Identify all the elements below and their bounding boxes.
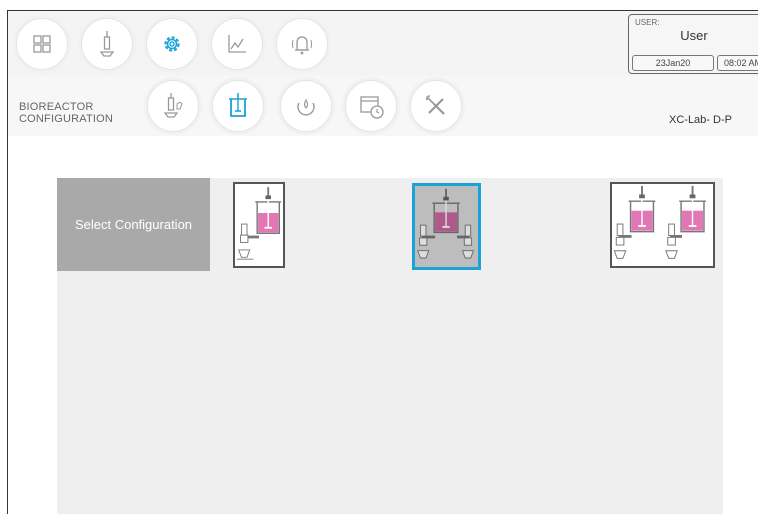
nav-sensors-button[interactable] xyxy=(81,18,133,70)
subnav-maintenance-button[interactable] xyxy=(410,80,462,132)
subnav-configuration-button[interactable] xyxy=(212,80,264,132)
nav-trends-button[interactable] xyxy=(211,18,263,70)
calendar-schedule-icon xyxy=(360,96,384,119)
config-option-single-vessel[interactable] xyxy=(233,182,285,268)
nav-alarms-button[interactable] xyxy=(276,18,328,70)
date-display: 23Jan20 xyxy=(632,55,714,71)
page-title: BIOREACTOR CONFIGURATION xyxy=(19,101,113,125)
subnav-calibration-button[interactable] xyxy=(147,80,199,132)
recycle-loop-icon xyxy=(297,98,315,116)
gear-icon xyxy=(164,36,180,52)
time-display: 08:02 AM xyxy=(717,55,758,71)
config-option-dual-vessel[interactable] xyxy=(610,182,715,268)
bioreactor-diagram-icon xyxy=(417,188,475,259)
dashboard-grid-icon xyxy=(33,35,51,53)
bioreactor-diagram-icon xyxy=(613,185,706,259)
bioreactor-diagram-icon xyxy=(236,187,282,260)
user-status-panel: USER: User 23Jan20 08:02 AM xyxy=(628,14,758,74)
user-name[interactable]: User xyxy=(629,28,758,43)
probe-calibration-icon xyxy=(163,93,183,118)
nav-settings-button[interactable] xyxy=(146,18,198,70)
alarm-bell-icon xyxy=(292,36,312,55)
subnav-schedule-button[interactable] xyxy=(345,80,397,132)
nav-dashboard-button[interactable] xyxy=(16,18,68,70)
device-name: XC-Lab- D-P xyxy=(669,114,732,126)
config-option-dual-probe[interactable] xyxy=(412,183,481,270)
bioreactor-vessel-icon xyxy=(229,93,247,117)
user-caption: USER: xyxy=(635,18,660,27)
trend-chart-icon xyxy=(228,35,246,53)
sensor-probe-icon xyxy=(99,31,115,57)
subnav-loop-button[interactable] xyxy=(280,80,332,132)
page-title-line1: BIOREACTOR xyxy=(19,101,94,113)
page-title-line2: CONFIGURATION xyxy=(19,113,114,125)
wrench-tools-icon xyxy=(426,95,445,115)
select-configuration-button[interactable]: Select Configuration xyxy=(57,178,210,271)
